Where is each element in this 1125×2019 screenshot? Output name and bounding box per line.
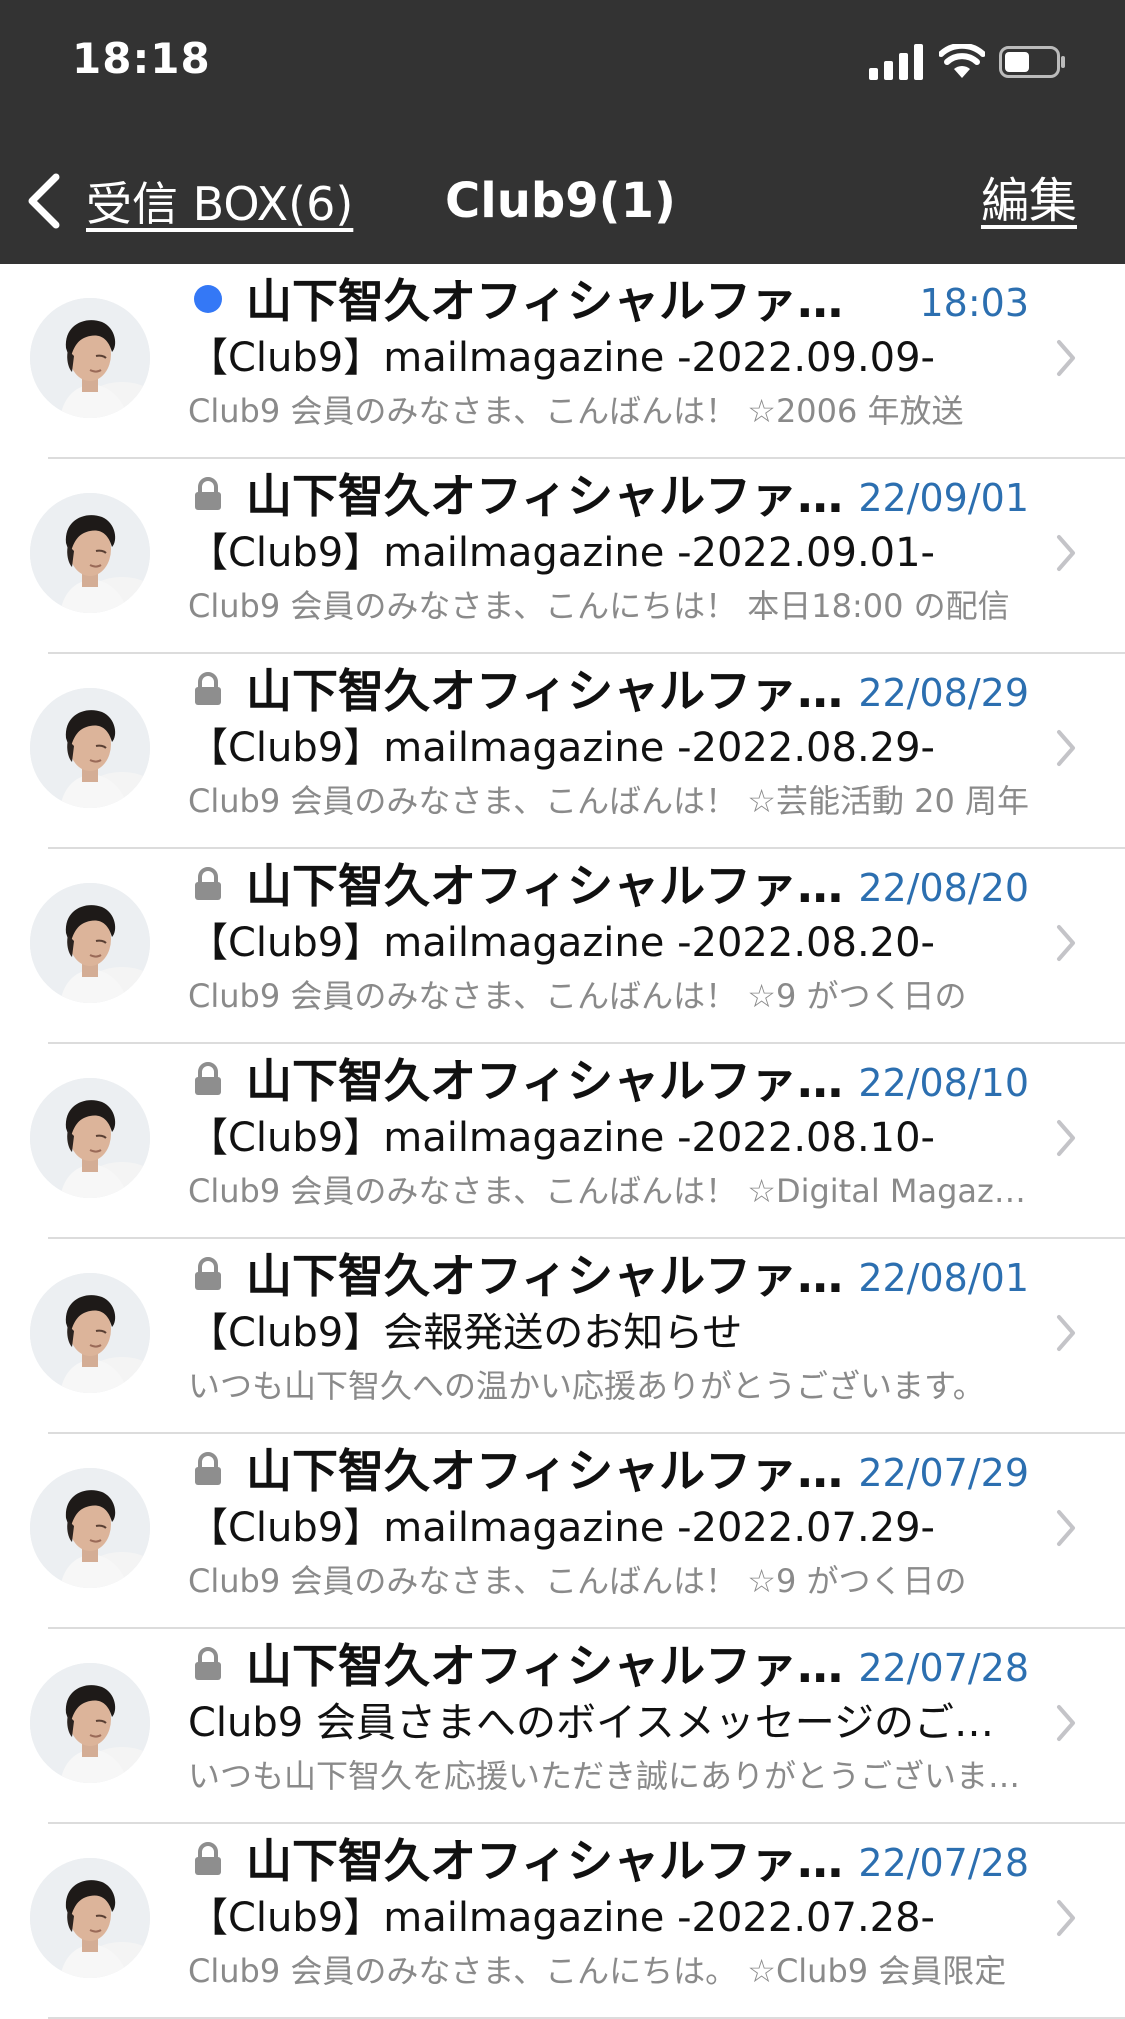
sender-name: 山下智久オフィシャルファンクラブ Club9 [246,1639,866,1693]
message-subject: 【Club9】mailmagazine -2022.07.28- [188,1895,935,1941]
lock-icon [195,867,221,900]
lock-icon [195,1062,221,1095]
avatar [30,1078,150,1198]
message-subject: 【Club9】mailmagazine -2022.08.20- [188,920,935,966]
person-photo [30,298,150,418]
status-time: 18:18 [72,34,211,83]
message-subject: 【Club9】mailmagazine -2022.08.10- [188,1115,935,1161]
sender-name: 山下智久オフィシャルファンクラブ Club9 [246,1834,866,1888]
back-label: 受信 BOX(6) [86,177,354,231]
sender-name: 山下智久オフィシャルファンクラブ Club9 [246,469,866,523]
chevron-right-icon [1057,1705,1075,1741]
sender-name: 山下智久オフィシャルファンクラブ Club9 [246,1249,866,1303]
page-title-text: Club9(1) [445,173,676,229]
message-subject: 【Club9】mailmagazine -2022.08.29- [188,725,935,771]
message-date: 22/08/01 [858,1256,1029,1300]
message-preview: いつも山下智久への温かい応援ありがとうございます。 [188,1367,985,1405]
avatar [30,688,150,808]
header: 18:18 受信 BOX(6) Club9(1) 編集 [0,0,1125,264]
lock-icon [195,477,221,510]
avatar [30,1273,150,1393]
sender-name: 山下智久オフィシャルファンクラブ Club9 [246,859,866,913]
message-preview: いつも山下智久を応援いただき誠にありがとうございます。 [188,1757,1030,1795]
avatar [30,298,150,418]
lock-icon [195,1452,221,1485]
sender-name: 山下智久オフィシャルファンクラブ Club9 [246,664,866,718]
message-date: 22/08/10 [858,1061,1029,1105]
message-row[interactable]: 山下智久オフィシャルファンクラブ Club9 22/07/29 【Club9】m… [0,1434,1125,1629]
chevron-right-icon [1057,730,1075,766]
chevron-right-icon [1057,1900,1075,1936]
cellular-signal-icon [869,44,923,80]
message-subject: 【Club9】mailmagazine -2022.09.09- [188,335,935,381]
avatar [30,1663,150,1783]
message-row[interactable]: 山下智久オフィシャルファンクラブ Club9 18:03 【Club9】mail… [0,264,1125,459]
avatar [30,493,150,613]
sender-name: 山下智久オフィシャルファンクラブ Club9 [246,274,866,328]
message-preview: Club9 会員のみなさま、こんにちは。 ☆Club9 会員限定 [188,1952,1007,1990]
message-row[interactable]: 山下智久オフィシャルファンクラブ Club9 22/07/28 Club9 会員… [0,1629,1125,1824]
chevron-right-icon [1057,1510,1075,1546]
person-photo [30,1078,150,1198]
message-preview: Club9 会員のみなさま、こんばんは！ ☆2006 年放送 [188,392,964,430]
avatar [30,883,150,1003]
message-subject: 【Club9】mailmagazine -2022.09.01- [188,530,935,576]
message-date: 22/07/28 [858,1646,1029,1690]
chevron-right-icon [1057,1120,1075,1156]
avatar [30,1858,150,1978]
message-subject: 【Club9】mailmagazine -2022.07.29- [188,1505,935,1551]
message-row[interactable]: 山下智久オフィシャルファンクラブ Club9 22/08/10 【Club9】m… [0,1044,1125,1239]
chevron-right-icon [1057,925,1075,961]
unread-dot-icon [194,285,222,313]
sender-name: 山下智久オフィシャルファンクラブ Club9 [246,1054,866,1108]
message-preview: Club9 会員のみなさま、こんばんは！ ☆9 がつく日の [188,977,967,1015]
lock-icon [195,672,221,705]
person-photo [30,1273,150,1393]
message-subject: Club9 会員さまへのボイスメッセージのご案内 [188,1700,1030,1746]
person-photo [30,1468,150,1588]
battery-icon [999,46,1065,78]
person-photo [30,688,150,808]
message-list: 山下智久オフィシャルファンクラブ Club9 18:03 【Club9】mail… [0,264,1125,2019]
person-photo [30,493,150,613]
message-preview: Club9 会員のみなさま、こんばんは！ ☆Digital Magazine [188,1172,1030,1210]
message-row[interactable]: 山下智久オフィシャルファンクラブ Club9 22/08/01 【Club9】会… [0,1239,1125,1434]
message-row[interactable]: 山下智久オフィシャルファンクラブ Club9 22/09/01 【Club9】m… [0,459,1125,654]
message-date: 22/07/29 [858,1451,1029,1495]
chevron-right-icon [1057,535,1075,571]
lock-icon [195,1647,221,1680]
lock-icon [195,1257,221,1290]
message-date: 22/07/28 [858,1841,1029,1885]
message-row[interactable]: 山下智久オフィシャルファンクラブ Club9 22/08/29 【Club9】m… [0,654,1125,849]
person-photo [30,1663,150,1783]
message-row[interactable]: 山下智久オフィシャルファンクラブ Club9 22/08/20 【Club9】m… [0,849,1125,1044]
chevron-right-icon [1057,340,1075,376]
back-button[interactable]: 受信 BOX(6) [24,166,353,236]
message-preview: Club9 会員のみなさま、こんばんは！ ☆9 がつく日の [188,1562,967,1600]
sender-name: 山下智久オフィシャルファンクラブ Club9 [246,1444,866,1498]
message-subject: 【Club9】会報発送のお知らせ [188,1310,743,1356]
wifi-icon [939,44,985,78]
chevron-left-icon [28,173,60,229]
chevron-right-icon [1057,1315,1075,1351]
message-row[interactable]: 山下智久オフィシャルファンクラブ Club9 22/07/28 【Club9】m… [0,1824,1125,2019]
message-date: 22/08/20 [858,866,1029,910]
person-photo [30,1858,150,1978]
person-photo [30,883,150,1003]
lock-icon [195,1842,221,1875]
message-preview: Club9 会員のみなさま、こんにちは！ 本日18:00 の配信 [188,587,1010,625]
message-date: 22/09/01 [858,476,1029,520]
message-date: 18:03 [919,281,1029,325]
message-preview: Club9 会員のみなさま、こんばんは！ ☆芸能活動 20 周年 [188,782,1030,820]
message-date: 22/08/29 [858,671,1029,715]
status-icons [869,44,1089,84]
avatar [30,1468,150,1588]
edit-button[interactable]: 編集 [981,166,1077,236]
